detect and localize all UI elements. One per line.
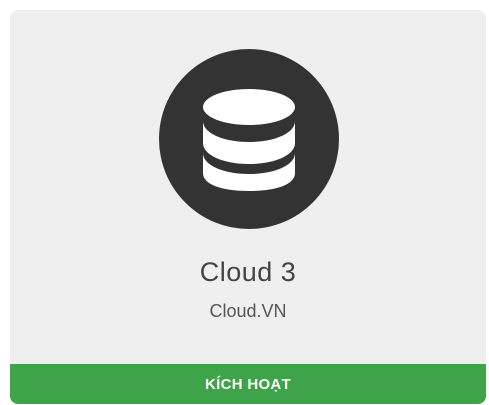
product-card: Cloud 3 Cloud.VN KÍCH HOẠT: [10, 10, 486, 404]
product-provider: Cloud.VN: [209, 301, 287, 321]
icon-circle: [159, 49, 339, 229]
database-icon: [203, 89, 295, 191]
product-title: Cloud 3: [199, 257, 297, 287]
activate-button[interactable]: KÍCH HOẠT: [10, 364, 486, 404]
